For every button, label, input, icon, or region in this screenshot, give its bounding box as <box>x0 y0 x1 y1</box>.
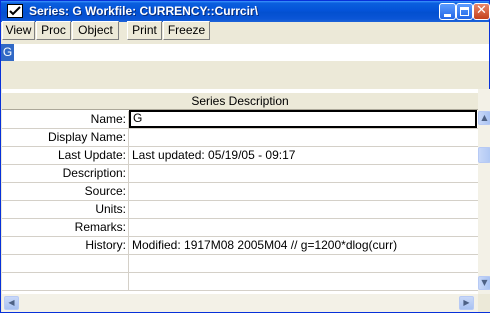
empty-field[interactable] <box>130 255 476 272</box>
toolbar: View Proc Object Print Freeze G <box>1 21 489 67</box>
description-field[interactable] <box>130 165 476 182</box>
row-label: Remarks: <box>2 219 129 236</box>
horizontal-scrollbar[interactable]: ◀ ▶ <box>2 294 478 312</box>
chevron-left-icon: ◀ <box>8 298 15 307</box>
resize-grip[interactable] <box>478 294 490 312</box>
print-button[interactable]: Print <box>127 21 162 40</box>
remarks-field[interactable] <box>130 219 476 236</box>
row-label: Last Update: <box>2 147 129 164</box>
close-icon: ✕ <box>476 3 487 18</box>
last-update-field[interactable]: Last updated: 05/19/05 - 09:17 <box>130 147 476 164</box>
title-bar[interactable]: Series: G Workfile: CURRENCY::Currcir\ ✕ <box>1 1 490 22</box>
minimize-button[interactable] <box>439 3 456 20</box>
history-field[interactable]: Modified: 1917M08 2005M04 // g=1200*dlog… <box>130 237 476 254</box>
vertical-scrollbar[interactable]: ▲ ▼ <box>478 89 490 294</box>
table-row[interactable]: Display Name: <box>2 129 478 147</box>
scroll-up-button[interactable]: ▲ <box>478 111 490 125</box>
view-button[interactable]: View <box>2 21 35 40</box>
source-field[interactable] <box>130 183 476 200</box>
minimize-icon <box>444 14 451 17</box>
checkmark-icon <box>7 4 23 18</box>
row-label: Name: <box>2 111 129 128</box>
table-row[interactable] <box>2 273 478 291</box>
scroll-right-button[interactable]: ▶ <box>459 296 474 310</box>
display-name-field[interactable] <box>130 129 476 146</box>
row-label: Source: <box>2 183 129 200</box>
row-label: Units: <box>2 201 129 218</box>
scroll-down-button[interactable]: ▼ <box>478 276 490 290</box>
table-row[interactable]: Name: G <box>2 110 478 129</box>
scroll-left-button[interactable]: ◀ <box>4 296 19 310</box>
chevron-right-icon: ▶ <box>463 298 470 307</box>
freeze-button[interactable]: Freeze <box>163 21 210 40</box>
row-label <box>2 255 129 272</box>
object-button[interactable]: Object <box>72 21 119 40</box>
table-row[interactable]: Source: <box>2 183 478 201</box>
grid-header: Series Description <box>2 92 478 110</box>
row-label: Description: <box>2 165 129 182</box>
name-field[interactable]: G <box>129 110 477 128</box>
maximize-icon <box>460 7 469 16</box>
maximize-button[interactable] <box>456 3 473 20</box>
description-grid: Series Description Name: G Display Name:… <box>2 89 478 294</box>
table-row[interactable]: Description: <box>2 165 478 183</box>
chevron-up-icon: ▲ <box>481 113 488 122</box>
table-row[interactable]: History: Modified: 1917M08 2005M04 // g=… <box>2 237 478 255</box>
units-field[interactable] <box>130 201 476 218</box>
row-label <box>2 273 129 290</box>
cell-reference: G <box>1 44 14 61</box>
window-title: Series: G Workfile: CURRENCY::Currcir\ <box>29 4 258 18</box>
table-row[interactable]: Remarks: <box>2 219 478 237</box>
close-button[interactable]: ✕ <box>473 3 490 20</box>
table-row[interactable]: Units: <box>2 201 478 219</box>
vertical-scroll-thumb[interactable] <box>478 147 490 163</box>
table-row[interactable] <box>2 255 478 273</box>
series-window: Series: G Workfile: CURRENCY::Currcir\ ✕… <box>0 0 490 313</box>
table-row[interactable]: Last Update: Last updated: 05/19/05 - 09… <box>2 147 478 165</box>
row-label: History: <box>2 237 129 254</box>
proc-button[interactable]: Proc <box>36 21 71 40</box>
empty-field[interactable] <box>130 273 476 290</box>
edit-field[interactable] <box>14 44 489 61</box>
row-label: Display Name: <box>2 129 129 146</box>
chevron-down-icon: ▼ <box>481 278 488 287</box>
